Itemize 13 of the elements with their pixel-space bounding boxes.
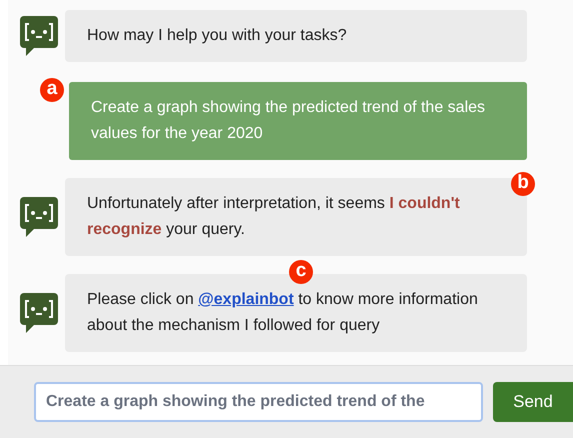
chat-bot-icon (20, 197, 58, 237)
annotation-badge: c (289, 260, 313, 284)
annotation-badge: b (511, 172, 535, 196)
mention-link[interactable]: @explainbot (198, 291, 294, 308)
chat-bot-icon (20, 16, 58, 56)
message-text: Please click on @explainbot to know more information about the mechanism I followed for query (87, 290, 479, 336)
send-button[interactable]: Send (493, 382, 573, 422)
message-text: How may I help you with your tasks? (87, 26, 348, 46)
chat-bot-icon (20, 293, 58, 333)
message-text: Create a graph showing the predicted trend of the sales values for the year 2020 (91, 98, 486, 144)
annotation-badge: a (40, 78, 64, 102)
message-text: Unfortunately after interpretation, it seems I couldn't recognize your query. (87, 194, 461, 240)
message-input[interactable]: Create a graph showing the predicted trend of the (34, 382, 483, 422)
